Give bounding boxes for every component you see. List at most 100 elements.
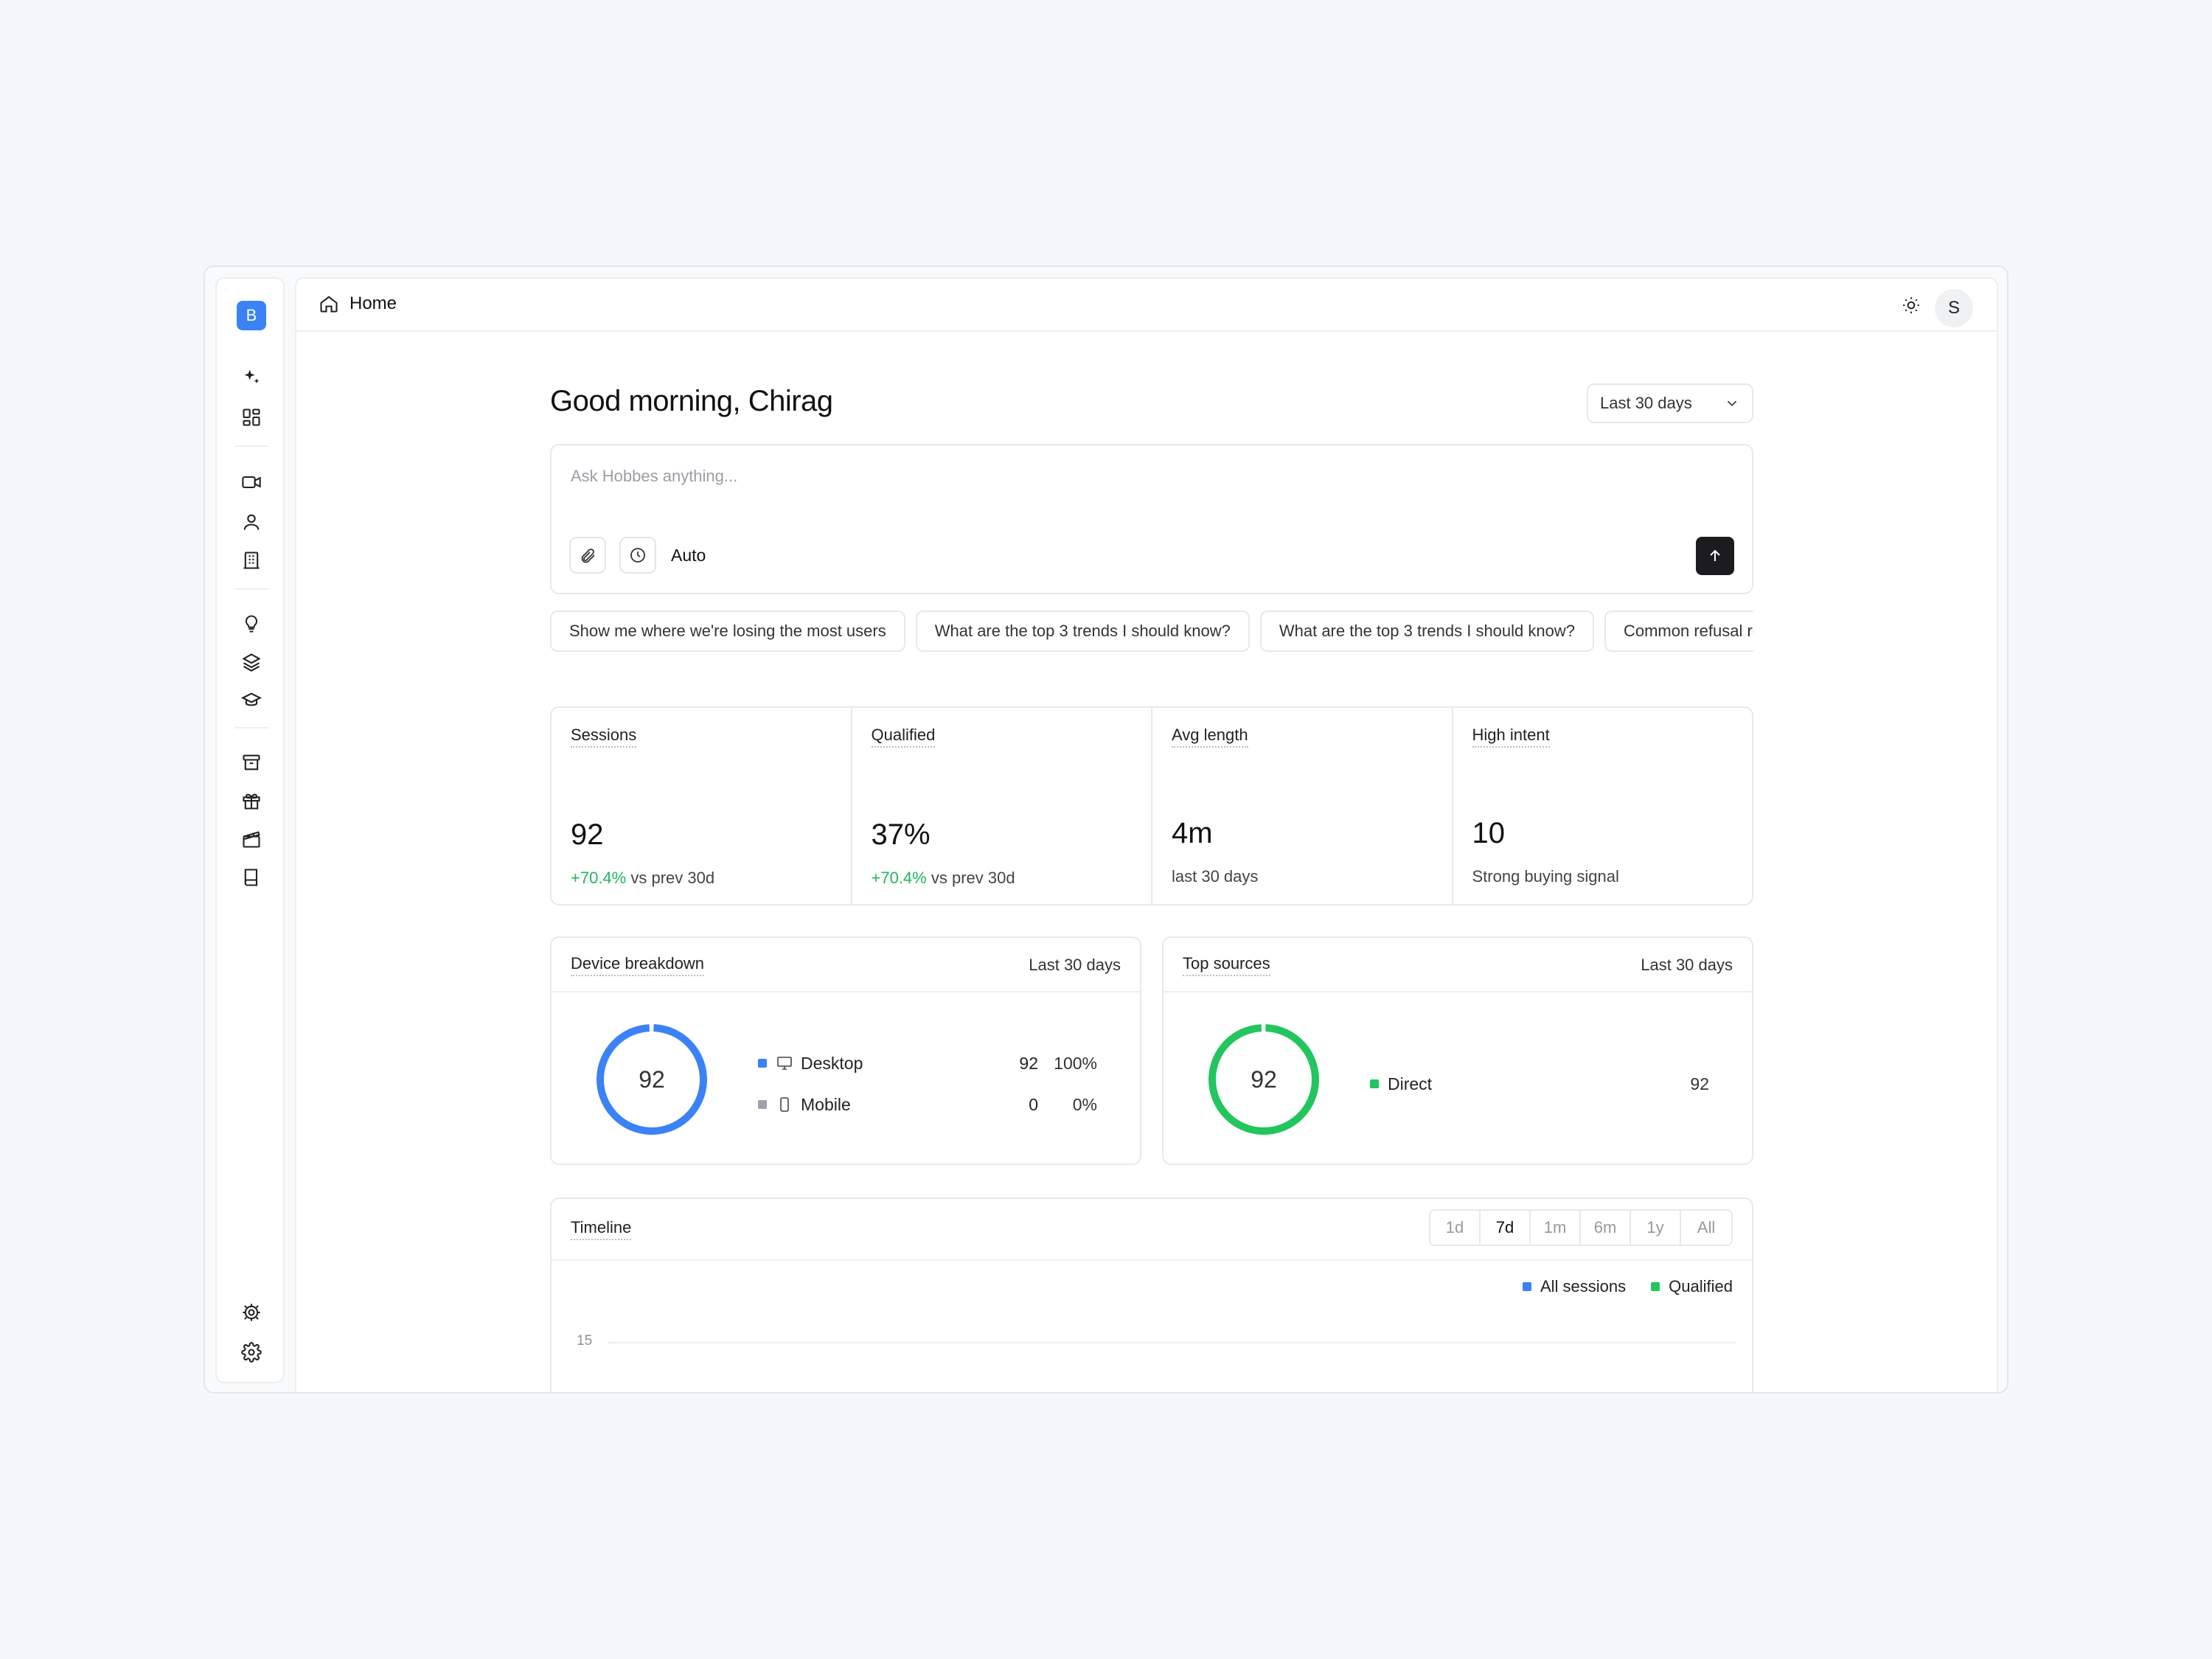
suggestion-chip[interactable]: What are the top 3 trends I should know?: [1259, 611, 1594, 652]
range-tab-1d[interactable]: 1d: [1430, 1211, 1481, 1245]
top-sources-card: Top sources Last 30 days 92 Direct 92: [1162, 936, 1753, 1165]
device-breakdown-card: Device breakdown Last 30 days 92 Desktop…: [550, 936, 1141, 1165]
gift-icon[interactable]: [237, 786, 266, 815]
legend-row-desktop: Desktop 92 100%: [758, 1050, 1097, 1077]
video-icon[interactable]: [237, 467, 266, 497]
legend-label: All sessions: [1540, 1277, 1627, 1295]
stat-sub: Strong buying signal: [1472, 867, 1619, 886]
gridline: [608, 1342, 1736, 1343]
legend-count: 92: [1019, 1053, 1038, 1073]
stat-label[interactable]: Sessions: [571, 726, 637, 748]
stats-row: Sessions 92 +70.4% vs prev 30d Qualified…: [550, 706, 1753, 905]
user-icon[interactable]: [237, 507, 266, 537]
home-icon: [320, 296, 338, 313]
suggestion-chips: Show me where we're losing the most user…: [550, 611, 1753, 655]
main-panel: Home S Good morning, Chirag Last 30 days: [295, 277, 1998, 1392]
card-header: Device breakdown Last 30 days: [552, 938, 1140, 992]
settings-gear-icon[interactable]: [237, 1298, 266, 1327]
lightbulb-icon[interactable]: [237, 609, 266, 639]
suggestion-chip[interactable]: Common refusal reasons: [1604, 611, 1753, 652]
desktop-icon: [777, 1057, 792, 1070]
date-range-select[interactable]: Last 30 days: [1587, 383, 1753, 423]
legend-swatch: [1523, 1282, 1531, 1291]
legend-count: 92: [1690, 1074, 1709, 1093]
legend-label: Desktop: [801, 1053, 863, 1073]
range-tab-1y[interactable]: 1y: [1631, 1211, 1681, 1245]
stat-sub: +70.4% vs prev 30d: [872, 869, 1015, 888]
stat-sub-text: vs prev 30d: [626, 869, 715, 887]
card-title[interactable]: Top sources: [1183, 954, 1270, 976]
ask-box: Auto: [550, 444, 1753, 594]
ask-input[interactable]: [571, 463, 1603, 490]
legend-label: Mobile: [801, 1094, 851, 1114]
attach-button[interactable]: [569, 537, 606, 574]
stat-value: 10: [1472, 817, 1506, 849]
stat-delta: +70.4%: [871, 869, 927, 887]
stat-label[interactable]: Qualified: [871, 726, 936, 748]
stat-avg-length: Avg length 4m last 30 days: [1152, 708, 1453, 904]
legend-swatch: [758, 1059, 767, 1068]
donut-total: 92: [639, 1065, 665, 1093]
mobile-icon: [780, 1097, 789, 1112]
suggestion-chip[interactable]: What are the top 3 trends I should know?: [915, 611, 1250, 652]
history-button[interactable]: [619, 537, 656, 574]
archive-icon[interactable]: [237, 748, 266, 777]
legend-all-sessions: All sessions: [1523, 1277, 1626, 1296]
stat-qualified: Qualified 37% +70.4% vs prev 30d: [852, 708, 1152, 904]
paperclip-icon: [581, 549, 595, 563]
stat-delta: +70.4%: [571, 869, 627, 887]
legend-label: Direct: [1388, 1074, 1433, 1093]
breadcrumb[interactable]: Home: [319, 293, 397, 314]
range-tab-6m[interactable]: 6m: [1581, 1211, 1631, 1245]
dashboard-icon[interactable]: [237, 403, 266, 432]
app-window: B Home S Good morning, Chirag Last 30 da…: [204, 265, 2008, 1394]
legend-pct: 0%: [1072, 1094, 1097, 1114]
device-donut: 92: [593, 1020, 711, 1138]
page-title: Good morning, Chirag: [550, 385, 833, 417]
sparkles-icon[interactable]: [237, 363, 266, 392]
settings-icon[interactable]: [237, 1338, 266, 1367]
sun-icon: [1903, 297, 1919, 313]
range-tab-1m[interactable]: 1m: [1531, 1211, 1581, 1245]
stat-label[interactable]: High intent: [1472, 726, 1550, 748]
graduation-cap-icon[interactable]: [237, 686, 266, 715]
chevron-down-icon: [1727, 400, 1737, 407]
legend-swatch: [758, 1100, 767, 1109]
timeline-legend: All sessions Qualified: [1523, 1277, 1733, 1296]
suggestion-chip[interactable]: Show me where we're losing the most user…: [550, 611, 905, 652]
send-button[interactable]: [1696, 537, 1734, 575]
stat-label[interactable]: Avg length: [1172, 726, 1248, 748]
card-header: Top sources Last 30 days: [1164, 938, 1752, 992]
app-logo[interactable]: B: [237, 301, 266, 330]
building-icon[interactable]: [237, 546, 266, 575]
stat-value: 92: [571, 818, 604, 851]
layers-icon[interactable]: [237, 647, 266, 677]
avatar[interactable]: S: [1935, 289, 1973, 327]
legend-swatch: [1651, 1282, 1660, 1291]
breadcrumb-home: Home: [349, 293, 397, 313]
legend-row-direct: Direct 92: [1370, 1071, 1709, 1097]
book-icon[interactable]: [237, 863, 266, 892]
legend-label: Qualified: [1669, 1277, 1733, 1295]
timeline-range-tabs: 1d 7d 1m 6m 1y All: [1429, 1209, 1733, 1246]
range-tab-7d[interactable]: 7d: [1481, 1211, 1531, 1245]
legend-count: 0: [1029, 1094, 1038, 1114]
card-range: Last 30 days: [1029, 956, 1121, 974]
theme-toggle-button[interactable]: [1899, 293, 1923, 317]
card-title[interactable]: Timeline: [571, 1218, 632, 1240]
stat-value: 37%: [871, 818, 931, 851]
legend-pct: 100%: [1054, 1053, 1097, 1073]
clapperboard-icon[interactable]: [237, 824, 266, 854]
range-tab-all[interactable]: All: [1681, 1211, 1731, 1245]
card-range: Last 30 days: [1641, 956, 1733, 974]
card-header: Timeline 1d 7d 1m 6m 1y All: [552, 1199, 1752, 1261]
stat-sessions: Sessions 92 +70.4% vs prev 30d: [552, 708, 852, 904]
date-range-value: Last 30 days: [1600, 394, 1692, 412]
sources-donut: 92: [1205, 1020, 1323, 1138]
legend-swatch: [1370, 1079, 1379, 1088]
card-title[interactable]: Device breakdown: [571, 954, 704, 976]
sidebar: B: [215, 277, 285, 1383]
legend-row-mobile: Mobile 0 0%: [758, 1091, 1097, 1118]
arrow-up-icon: [1710, 549, 1720, 561]
mode-selector[interactable]: Auto: [671, 546, 706, 566]
